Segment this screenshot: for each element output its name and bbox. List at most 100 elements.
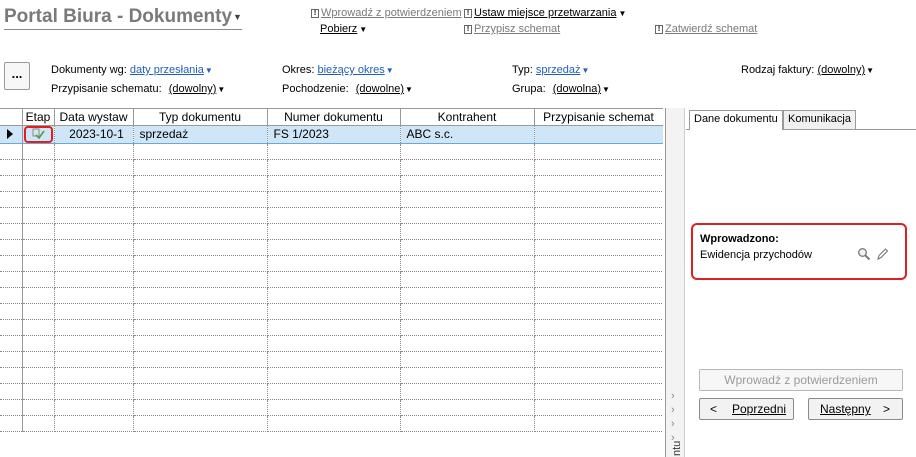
filter-invoice-kind-value[interactable]: (dowolny)	[817, 64, 865, 76]
more-options-button[interactable]: ...	[4, 62, 30, 90]
origin-dropdown-icon[interactable]: ▼	[405, 85, 413, 94]
next-button[interactable]: Następny >	[808, 398, 903, 420]
empty-cell	[267, 143, 401, 160]
empty-cell	[22, 399, 55, 416]
header-doc-type[interactable]: Typ dokumentu	[133, 109, 268, 126]
empty-cell	[400, 159, 535, 176]
page-title[interactable]: Portal Biura - Dokumenty▼	[4, 6, 242, 30]
empty-cell	[534, 255, 663, 272]
empty-cell	[267, 223, 401, 240]
empty-table-row	[0, 399, 663, 416]
assign-schema-action[interactable]: ! Przypisz schemat	[464, 23, 560, 35]
empty-cell	[400, 239, 535, 256]
filter-documents-by-value[interactable]: daty przesłania	[130, 64, 204, 76]
empty-cell	[54, 207, 134, 224]
entered-value: Ewidencja przychodów	[700, 249, 812, 261]
side-strip-label: ntu	[671, 440, 683, 456]
filter-period-value[interactable]: bieżący okres	[317, 64, 384, 76]
approve-schema-action[interactable]: ! Zatwierdź schemat	[655, 23, 757, 35]
filter-type: Typ: sprzedaż▼	[512, 64, 589, 76]
empty-cell	[54, 175, 134, 192]
group-dropdown-icon[interactable]: ▼	[602, 85, 610, 94]
header-contractor[interactable]: Kontrahent	[400, 109, 535, 126]
header-stage[interactable]: Etap	[22, 109, 55, 126]
previous-button[interactable]: < Poprzedni	[699, 398, 794, 420]
empty-cell	[54, 415, 134, 432]
cell-contractor: ABC s.c.	[400, 125, 535, 144]
search-icon[interactable]	[857, 247, 871, 261]
approve-schema-label: Zatwierdź schemat	[665, 23, 758, 35]
header-schema-assignment[interactable]: Przypisanie schemat	[534, 109, 663, 126]
filter-period-label: Okres:	[282, 64, 315, 76]
invoice-kind-dropdown-icon[interactable]: ▼	[866, 66, 874, 75]
filter-type-value[interactable]: sprzedaż	[536, 64, 581, 76]
empty-cell	[400, 207, 535, 224]
documents-grid[interactable]: Etap Data wystaw Typ dokumentu Numer dok…	[0, 108, 663, 457]
table-row[interactable]: 2023-10-1 sprzedaż FS 1/2023 ABC s.c.	[0, 125, 663, 144]
empty-cell	[400, 303, 535, 320]
documents-by-dropdown-icon[interactable]: ▼	[205, 66, 213, 75]
pencil-icon[interactable]	[875, 247, 889, 261]
empty-cell	[22, 239, 55, 256]
set-processing-dropdown-icon: ▼	[618, 8, 627, 18]
tab-document-data[interactable]: Dane dokumentu	[689, 110, 783, 130]
empty-cell	[400, 175, 535, 192]
empty-cell	[534, 271, 663, 288]
empty-cell	[54, 319, 134, 336]
empty-cell	[133, 159, 268, 176]
cell-doc-type: sprzedaż	[133, 125, 268, 144]
empty-cell	[0, 303, 23, 320]
empty-cell	[0, 255, 23, 272]
empty-cell	[0, 175, 23, 192]
empty-cell	[0, 415, 23, 432]
period-dropdown-icon[interactable]: ▼	[386, 66, 394, 75]
empty-cell	[400, 383, 535, 400]
empty-cell	[54, 351, 134, 368]
empty-cell	[534, 239, 663, 256]
empty-cell	[133, 383, 268, 400]
empty-cell	[133, 271, 268, 288]
empty-table-row	[0, 143, 663, 160]
collapse-strip[interactable]: › › › ›	[665, 108, 685, 457]
confirm-enter-button[interactable]: Wprowadź z potwierdzeniem	[699, 369, 903, 391]
filter-group: Grupa: (dowolna)▼	[512, 83, 610, 95]
filter-period: Okres: bieżący okres▼	[282, 64, 394, 76]
empty-cell	[267, 335, 401, 352]
set-processing-place-action[interactable]: ! Ustaw miejsce przetwarzania ▼	[464, 7, 626, 19]
empty-cell	[267, 415, 401, 432]
row-indicator	[0, 125, 23, 144]
empty-cell	[267, 159, 401, 176]
chevron-right-icon: ›	[671, 418, 675, 430]
type-dropdown-icon[interactable]: ▼	[582, 66, 590, 75]
chevron-right-icon: ›	[671, 404, 675, 416]
empty-cell	[22, 303, 55, 320]
empty-cell	[54, 335, 134, 352]
header-doc-number[interactable]: Numer dokumentu	[267, 109, 401, 126]
filter-schema-assign-value[interactable]: (dowolny)	[169, 83, 217, 95]
header-issue-date[interactable]: Data wystaw	[54, 109, 134, 126]
empty-cell	[22, 143, 55, 160]
empty-table-row	[0, 271, 663, 288]
filter-schema-assign: Przypisanie schematu: (dowolny)▼	[51, 83, 225, 95]
empty-table-row	[0, 287, 663, 304]
empty-cell	[133, 255, 268, 272]
empty-cell	[22, 191, 55, 208]
empty-cell	[0, 143, 23, 160]
filter-group-value[interactable]: (dowolna)	[553, 83, 601, 95]
filter-origin-value[interactable]: (dowolne)	[356, 83, 404, 95]
empty-cell	[534, 399, 663, 416]
empty-cell	[267, 303, 401, 320]
schema-assign-dropdown-icon[interactable]: ▼	[217, 85, 225, 94]
fetch-action[interactable]: Pobierz ▼	[320, 23, 367, 35]
filter-invoice-kind-label: Rodzaj faktury:	[741, 64, 815, 76]
stage-cell[interactable]	[22, 125, 55, 144]
empty-cell	[534, 143, 663, 160]
empty-cell	[54, 287, 134, 304]
confirm-enter-action[interactable]: ! Wprowadź z potwierdzeniem	[311, 7, 462, 19]
empty-cell	[534, 223, 663, 240]
empty-cell	[0, 159, 23, 176]
empty-cell	[400, 191, 535, 208]
tab-communication[interactable]: Komunikacja	[783, 110, 856, 129]
empty-cell	[133, 399, 268, 416]
filter-invoice-kind: Rodzaj faktury: (dowolny)▼	[741, 64, 874, 76]
